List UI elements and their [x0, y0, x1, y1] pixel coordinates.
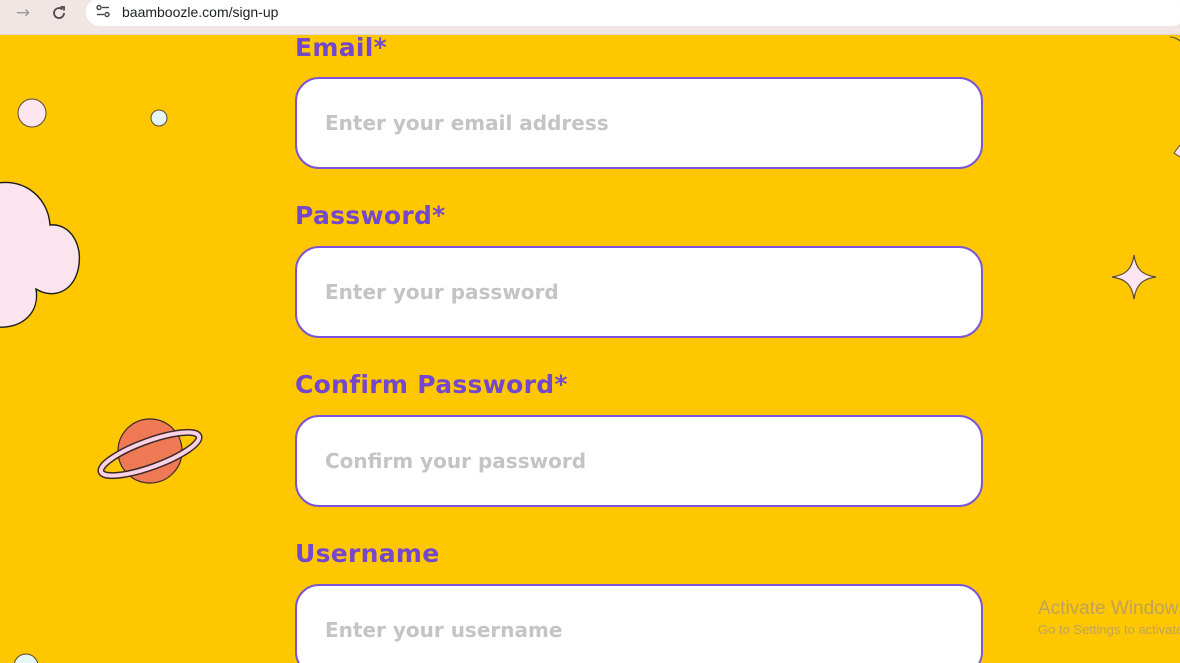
bottom-dot: [13, 653, 39, 663]
email-label: Email*: [295, 35, 388, 62]
planet-illustration: [97, 418, 203, 484]
confirm-password-label: Confirm Password*: [295, 370, 568, 399]
site-info-icon[interactable]: [94, 2, 112, 20]
windows-activation-watermark: Activate Windows Go to Settings to activ…: [1038, 598, 1180, 637]
password-label: Password*: [295, 201, 446, 230]
forward-arrow-icon[interactable]: →: [10, 2, 36, 24]
mint-dot: [150, 109, 168, 127]
address-bar[interactable]: baamboozle.com/sign-up: [86, 0, 1180, 26]
confirm-password-field[interactable]: [295, 415, 983, 507]
signup-page: Email* Password* Confirm Password* Usern…: [0, 35, 1180, 663]
pink-dot: [17, 98, 47, 128]
right-decorations: [1111, 36, 1180, 300]
partial-star-icon: [1173, 144, 1180, 158]
url-text: baamboozle.com/sign-up: [122, 4, 279, 20]
sparkle-star-icon: [1111, 254, 1157, 300]
password-field[interactable]: [295, 246, 983, 338]
reload-icon[interactable]: [46, 2, 72, 24]
partial-cloud-edge: [1169, 36, 1180, 42]
browser-toolbar: → baamboozle.com/sign-up: [0, 0, 1180, 35]
username-label: Username: [295, 539, 440, 568]
watermark-title: Activate Windows: [1038, 598, 1180, 619]
username-field[interactable]: [295, 584, 983, 663]
email-field[interactable]: [295, 77, 983, 169]
left-decorations: [0, 98, 203, 663]
watermark-subtitle: Go to Settings to activate Windows.: [1038, 622, 1180, 637]
cloud-shape: [0, 181, 80, 328]
